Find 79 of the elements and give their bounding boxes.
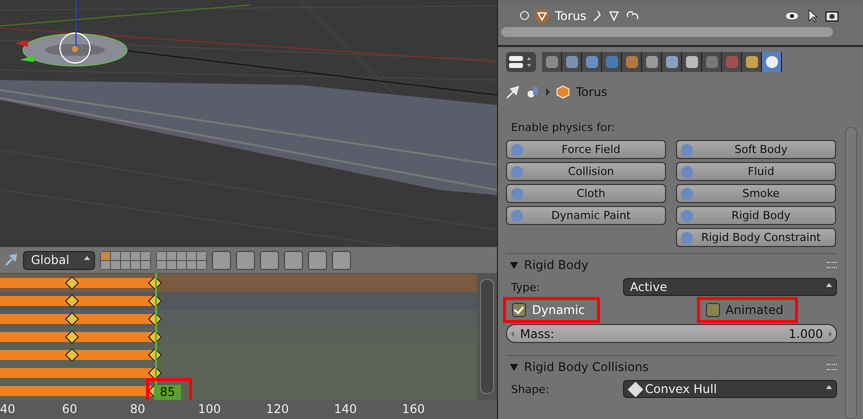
physics-button[interactable]: Soft Body xyxy=(676,140,836,159)
editor-type-button[interactable] xyxy=(506,52,536,72)
physics-button[interactable]: Rigid Body Constraint xyxy=(676,228,836,247)
section-label: Enable physics for: xyxy=(510,120,616,136)
physics-icon xyxy=(511,210,523,222)
properties-tab[interactable] xyxy=(742,52,762,72)
ruler-label: 60 xyxy=(62,402,78,416)
scrollbar[interactable] xyxy=(845,127,857,419)
physics-icon xyxy=(511,188,523,200)
pin-icon[interactable] xyxy=(4,253,18,267)
left-arrow-icon[interactable] xyxy=(511,330,514,336)
object-name[interactable]: Torus xyxy=(555,8,586,22)
physics-icon xyxy=(681,210,693,222)
ruler-label: 160 xyxy=(402,402,425,416)
properties-tab[interactable] xyxy=(662,52,682,72)
tab-icon xyxy=(726,56,738,68)
tab-icon xyxy=(566,56,578,68)
updown-icon xyxy=(826,283,832,287)
layer-grid[interactable] xyxy=(156,250,207,270)
scene-icon xyxy=(526,85,540,99)
properties-tab[interactable] xyxy=(682,52,702,72)
physics-button[interactable]: Rigid Body xyxy=(676,206,836,225)
mass-field[interactable]: Mass: 1.000 xyxy=(506,324,837,343)
physics-button[interactable]: Collision xyxy=(506,162,666,181)
mesh-icon[interactable] xyxy=(535,8,549,22)
updown-icon xyxy=(84,256,90,260)
physics-icon xyxy=(511,166,523,178)
physics-button[interactable]: Dynamic Paint xyxy=(506,206,666,225)
grip-icon[interactable] xyxy=(827,262,837,268)
right-arrow-icon[interactable] xyxy=(829,330,832,336)
object-name: Torus xyxy=(576,85,608,99)
disclosure-icon[interactable] xyxy=(510,364,518,370)
shape-dropdown[interactable]: Convex Hull xyxy=(623,380,837,398)
current-frame: 85 xyxy=(154,385,181,400)
physics-icon xyxy=(681,188,693,200)
tab-icon xyxy=(606,56,618,68)
checkbox[interactable]: Dynamic xyxy=(506,300,597,320)
tab-icon xyxy=(766,56,778,68)
field-label: Shape: xyxy=(511,382,550,396)
checkbox[interactable]: Animated xyxy=(700,300,796,320)
tab-icon xyxy=(686,56,698,68)
tab-icon xyxy=(666,56,678,68)
scrollbar[interactable] xyxy=(501,27,833,37)
ruler-label: 100 xyxy=(198,402,221,416)
cube-icon xyxy=(556,85,570,99)
physics-button[interactable]: Cloth xyxy=(506,184,666,203)
updown-icon xyxy=(826,385,832,389)
properties-tab[interactable] xyxy=(762,52,782,72)
tab-icon xyxy=(546,56,558,68)
properties-tab[interactable] xyxy=(642,52,662,72)
ruler-label: 80 xyxy=(130,402,146,416)
physics-icon xyxy=(511,144,523,156)
physics-button[interactable]: Force Field xyxy=(506,140,666,159)
ruler-label: 40 xyxy=(0,402,16,416)
grip-icon[interactable] xyxy=(827,364,837,370)
tab-icon xyxy=(586,56,598,68)
physics-button[interactable]: Smoke xyxy=(676,184,836,203)
layer-grid[interactable] xyxy=(100,250,151,270)
physics-button[interactable]: Fluid xyxy=(676,162,836,181)
physics-icon xyxy=(681,144,693,156)
hull-icon xyxy=(628,381,644,397)
toolbar-icon[interactable] xyxy=(212,250,231,270)
tab-icon xyxy=(746,56,758,68)
field-label: Type: xyxy=(511,280,541,294)
tab-icon xyxy=(646,56,658,68)
expand-icon[interactable] xyxy=(520,11,529,20)
panel-title[interactable]: Rigid Body xyxy=(524,258,588,272)
ruler-label: 140 xyxy=(334,402,357,416)
type-dropdown[interactable]: Active xyxy=(623,278,837,296)
ruler-label: 120 xyxy=(266,402,289,416)
physics-icon xyxy=(681,166,693,178)
panel-title[interactable]: Rigid Body Collisions xyxy=(524,360,649,374)
tab-icon xyxy=(626,56,638,68)
scrollbar[interactable] xyxy=(480,279,494,394)
tab-icon xyxy=(706,56,718,68)
physics-icon xyxy=(681,232,693,244)
arrow-icon xyxy=(546,88,550,96)
disclosure-icon[interactable] xyxy=(510,262,518,268)
orientation-dropdown[interactable]: Global xyxy=(23,250,95,270)
